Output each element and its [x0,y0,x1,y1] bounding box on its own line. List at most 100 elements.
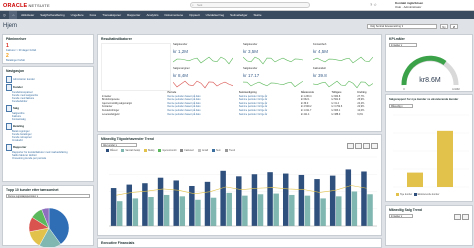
trend-filter[interactable]: Alle kunder ▾ [101,143,137,147]
trend-bar[interactable] [163,194,170,226]
line-chart-button[interactable] [462,214,469,220]
nav-item[interactable]: Dokumentene [161,11,186,19]
legend-item[interactable]: Antall [197,149,208,153]
nav-link[interactable]: Omsetning kunde per periode [6,157,92,160]
trend-bar[interactable] [210,197,217,226]
trend-bar[interactable] [314,179,320,226]
trend-bar[interactable] [204,181,211,226]
nav-item[interactable]: Foss [87,11,100,19]
trend-bar[interactable] [110,188,117,226]
nav-item[interactable]: Oppsett [186,11,203,19]
nav-item[interactable]: Støtte [251,11,265,19]
trend-bar[interactable] [236,176,242,226]
kpi-tile[interactable]: Salgskunder kr 1,2M [173,43,235,65]
legend-label: Antall [201,149,208,153]
trend-bar[interactable] [329,175,336,226]
bar-chart-button[interactable] [454,214,461,220]
nav-recent-icon[interactable]: ◷ [0,11,9,19]
table-cell: Denne perioden basert på dato [167,112,201,116]
nav-item[interactable]: Salg/forhandlering [37,11,67,19]
nav-link[interactable]: Kundedebitor [6,100,92,103]
legend-item[interactable]: Gjennomsnitt [158,149,176,152]
legend-item[interactable]: Måned [106,149,117,152]
nav-group-header: Salg [6,105,92,112]
nav-item[interactable]: Transaksjoner [99,11,124,19]
trend-bar[interactable] [220,170,226,226]
nav-item[interactable]: Utvidelser/reg [203,11,228,19]
trend-bar[interactable] [298,174,305,226]
trend-bar[interactable] [273,193,279,226]
sales-report-select[interactable]: Månedlig ▾ [389,104,413,108]
star-icon[interactable]: ☆ [373,2,377,7]
trend-bar[interactable] [148,197,154,226]
trend-bar[interactable] [257,194,264,226]
kpi-tile[interactable]: Fakturabeh kr 39.8 [313,67,375,89]
kpi-meter-portlet: KPI-måler Inntekter ▾ kr8.6M 0 kr14M [385,34,473,92]
trend-bar[interactable] [336,196,342,226]
trend-bar[interactable] [226,192,232,226]
sales-report-legend: Nye kunder Eksisterende kunder [396,193,439,196]
kpi-tile[interactable]: Salgskunder kr 17.17 [243,67,305,89]
trend-bar[interactable] [126,184,133,226]
legend-item[interactable]: Sum [211,149,221,152]
trend-bar[interactable] [251,174,258,226]
trend-bar[interactable] [242,195,248,226]
kpi-tile[interactable]: Salgsmarginer kr 8,4M [173,67,235,89]
trend-bar[interactable] [367,194,373,226]
nav-item[interactable]: Aktiviteter [18,11,37,19]
kpi-value: kr 3,5M [243,49,259,54]
trend-bar[interactable] [304,195,311,226]
trend-bar[interactable] [361,171,367,226]
legend-item[interactable]: Trend [224,149,235,152]
nav-home-icon[interactable]: ⌂ [9,11,18,19]
kpi-sparkline [313,80,373,89]
trend-bar[interactable] [282,173,289,226]
legend-item[interactable]: Beløp [144,149,154,152]
trend-bar[interactable] [345,169,352,226]
nav-group-header: Rapporter [6,144,92,151]
monthly-trend-select[interactable]: Inntekter ▾ [389,214,413,218]
nav-item[interactable]: Rapporter [124,11,143,19]
trend-bar[interactable] [189,185,195,226]
legend-swatch [211,149,215,152]
trend-bar[interactable] [351,191,358,227]
trend-title: Månedlig Tilgodehavender Trend [101,137,154,141]
reminder-item[interactable]: 2 Betalinger forfalt [6,53,25,62]
nav-item[interactable]: Suitveiledger [227,11,250,19]
nav-item[interactable]: Ungeflere [68,11,87,19]
reminder-item[interactable]: 1 Fakturer > 30 dager forfalt [6,43,36,52]
table-row[interactable]: Leverandørgjeld Denne perioden basert på … [101,113,379,117]
trend-bar[interactable] [173,180,179,226]
trend-bar[interactable] [195,199,201,226]
nav-link[interactable]: Innskudd [6,139,92,142]
trend-bar[interactable] [267,172,273,226]
global-search[interactable]: ⌕ Søk [190,2,310,8]
logo[interactable]: ORACLENETSUITE [3,3,50,9]
nav-link[interactable]: Kontantsalg [6,118,92,121]
trend-bar[interactable] [320,198,326,226]
trend-bar[interactable] [142,183,148,226]
kpi-meter-select[interactable]: Inntekter ▾ [389,43,417,47]
top-customers-filter[interactable]: Denne regnskapsperioden ▾ [6,194,90,198]
user-menu[interactable]: Kontakt ingbriktsen Oslo · Administrator [395,1,423,9]
manage-customers-link[interactable]: Administrer kunder [6,76,35,83]
trend-bar[interactable] [157,177,164,226]
kpi-tile[interactable]: Salgskunder kr 3,5M [243,43,305,65]
trend-bar[interactable] [179,196,186,226]
kpi-tile[interactable]: Kontantbeh kr 4,5M [313,43,375,65]
legend-item[interactable]: Fakturert [180,149,194,152]
trend-bar[interactable] [116,201,123,226]
nav-item[interactable]: Analytics [143,11,161,19]
layout-button[interactable]: Ø [450,24,458,29]
sales-bar[interactable] [437,130,453,187]
kpi-sparkline [243,80,303,88]
personalize-button[interactable]: Ny [440,24,448,29]
kpi-label: Salgskunder [243,67,258,70]
sales-bar[interactable] [407,172,423,187]
help-icon[interactable]: ? [370,2,372,7]
dashboard-select[interactable]: Velg Sentral fanesenetiring ▾ [367,24,437,29]
trend-bar[interactable] [289,194,295,226]
trend-bar[interactable] [132,198,139,226]
legend-item[interactable]: Samtalt beløp [121,149,140,152]
performance-table-wrap: Periode Sammenligning Nåværende Tidligere En… [101,91,379,116]
